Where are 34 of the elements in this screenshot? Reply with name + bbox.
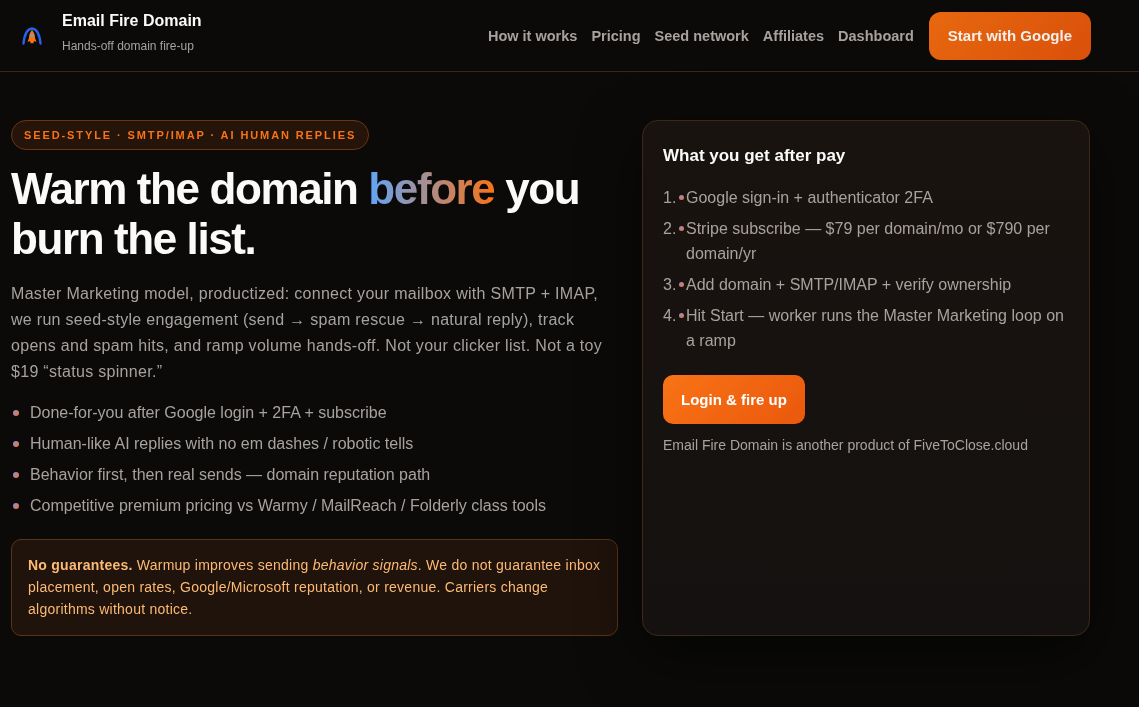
step-number: 1.: [663, 188, 678, 208]
step-text: Stripe subscribe — $79 per domain/mo or $790 per domain/yr: [686, 219, 1051, 264]
feature-item: Done-for-you after Google login + 2FA + subscribe: [30, 403, 387, 423]
nav-link[interactable]: Affiliates: [762, 26, 825, 45]
headline: Warm the domain before you burn the list.: [11, 164, 581, 264]
feature-item: Competitive premium pricing vs Warmy / MailReach / Folderly class tools: [30, 496, 546, 516]
step-text: Add domain + SMTP/IMAP + verify ownership: [686, 275, 1013, 295]
rocket-icon: [22, 26, 42, 45]
step-number: 4.: [663, 306, 678, 326]
bullet-dot-icon: [13, 441, 19, 447]
bullet-dot-icon: [679, 313, 684, 318]
nav-link[interactable]: How it works: [487, 26, 578, 45]
nav-link[interactable]: Seed network: [654, 26, 749, 45]
card-footnote: Email Fire Domain is another product of FiveToClose.cloud: [663, 436, 1029, 455]
bullet-dot-icon: [679, 282, 684, 287]
bullet-dot-icon: [679, 226, 684, 231]
step-text: Google sign-in + authenticator 2FA: [686, 188, 934, 208]
bullet-dot-icon: [13, 472, 19, 478]
step-number: 3.: [663, 275, 678, 295]
feature-item: Behavior first, then real sends — domain reputation path: [30, 465, 431, 485]
step-text: Hit Start — worker runs the Master Marketing loop on a ramp: [686, 306, 1065, 351]
bullet-dot-icon: [13, 503, 19, 509]
feature-item: Human-like AI replies with no em dashes / robotic tells: [30, 434, 414, 454]
bullet-dot-icon: [679, 195, 684, 200]
nav-link[interactable]: Pricing: [591, 26, 641, 45]
nav-link[interactable]: Dashboard: [838, 26, 914, 45]
intro-paragraph: Master Marketing model, productized: connect your mailbox with SMTP + IMAP, we run seed-style engagement (send → spam rescue → natural reply), track opens and spam hits, and ramp volume hands-off. Not your clicker list. Not a toy $19 “status spinner.”: [11, 284, 604, 382]
disclaimer-notice: No guarantees. Warmup improves sending behavior signals. We do not guarantee inbox placement, open rates, Google/Microsoft reputation, or revenue. Carriers change algorithms without notice.: [11, 539, 618, 636]
brand-title: Email Fire Domain: [62, 12, 202, 30]
card-title: What you get after pay: [663, 145, 847, 167]
brand-tagline: Hands-off domain fire-up: [62, 39, 195, 53]
feature-badge: SEED-STYLE · SMTP/IMAP · AI HUMAN REPLIES: [11, 120, 370, 150]
step-number: 2.: [663, 219, 678, 239]
bullet-dot-icon: [13, 410, 19, 416]
